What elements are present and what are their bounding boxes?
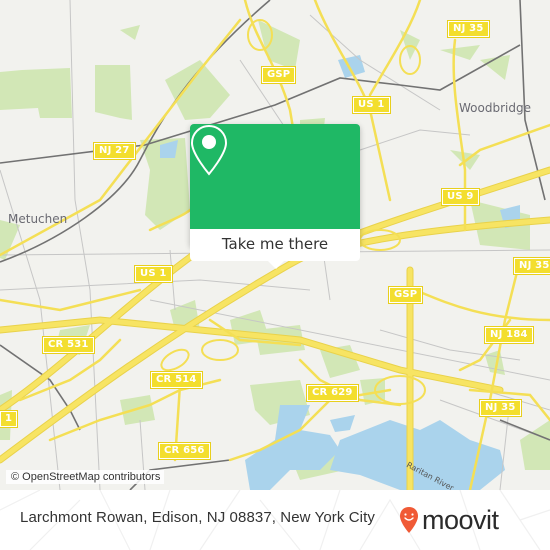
- moovit-pin-icon: [400, 507, 418, 533]
- moovit-logo[interactable]: moovit: [399, 503, 499, 537]
- map-view[interactable]: Metuchen Woodbridge Raritan River NJ 27 …: [0, 0, 550, 490]
- place-label-woodbridge: Woodbridge: [459, 101, 531, 115]
- popup-pointer: [267, 260, 285, 269]
- route-shield-nj35: NJ 35: [479, 399, 522, 417]
- route-shield-cr514: CR 514: [150, 371, 203, 389]
- moovit-wordmark: moovit: [422, 505, 499, 535]
- route-shield-us9: US 9: [441, 188, 480, 206]
- route-shield-nj35: NJ 35: [513, 257, 550, 275]
- take-me-there-button[interactable]: Take me there: [190, 229, 360, 261]
- route-shield-us1: US 1: [134, 265, 173, 283]
- route-shield-nj27: NJ 27: [93, 142, 136, 160]
- route-shield-cr629: CR 629: [306, 384, 359, 402]
- water-bodies: [160, 55, 520, 490]
- route-shield-nj184: NJ 184: [484, 326, 534, 344]
- map-attribution[interactable]: © OpenStreetMap contributors: [6, 470, 165, 484]
- route-shield-gsp: GSP: [260, 66, 297, 84]
- popup-header: [190, 124, 360, 229]
- route-shield-gsp: GSP: [387, 286, 424, 304]
- route-shield-us1: 1: [0, 410, 19, 428]
- address-text: Larchmont Rowan, Edison, NJ 08837, New Y…: [20, 509, 375, 526]
- map-pin-icon: [190, 124, 228, 176]
- route-shield-nj35: NJ 35: [447, 20, 490, 38]
- route-shield-cr531: CR 531: [42, 336, 95, 354]
- place-label-metuchen: Metuchen: [8, 212, 68, 226]
- footer: Larchmont Rowan, Edison, NJ 08837, New Y…: [0, 490, 550, 550]
- location-popup: Take me there: [190, 124, 360, 269]
- route-shield-cr656: CR 656: [158, 442, 211, 460]
- route-shield-us1: US 1: [352, 96, 391, 114]
